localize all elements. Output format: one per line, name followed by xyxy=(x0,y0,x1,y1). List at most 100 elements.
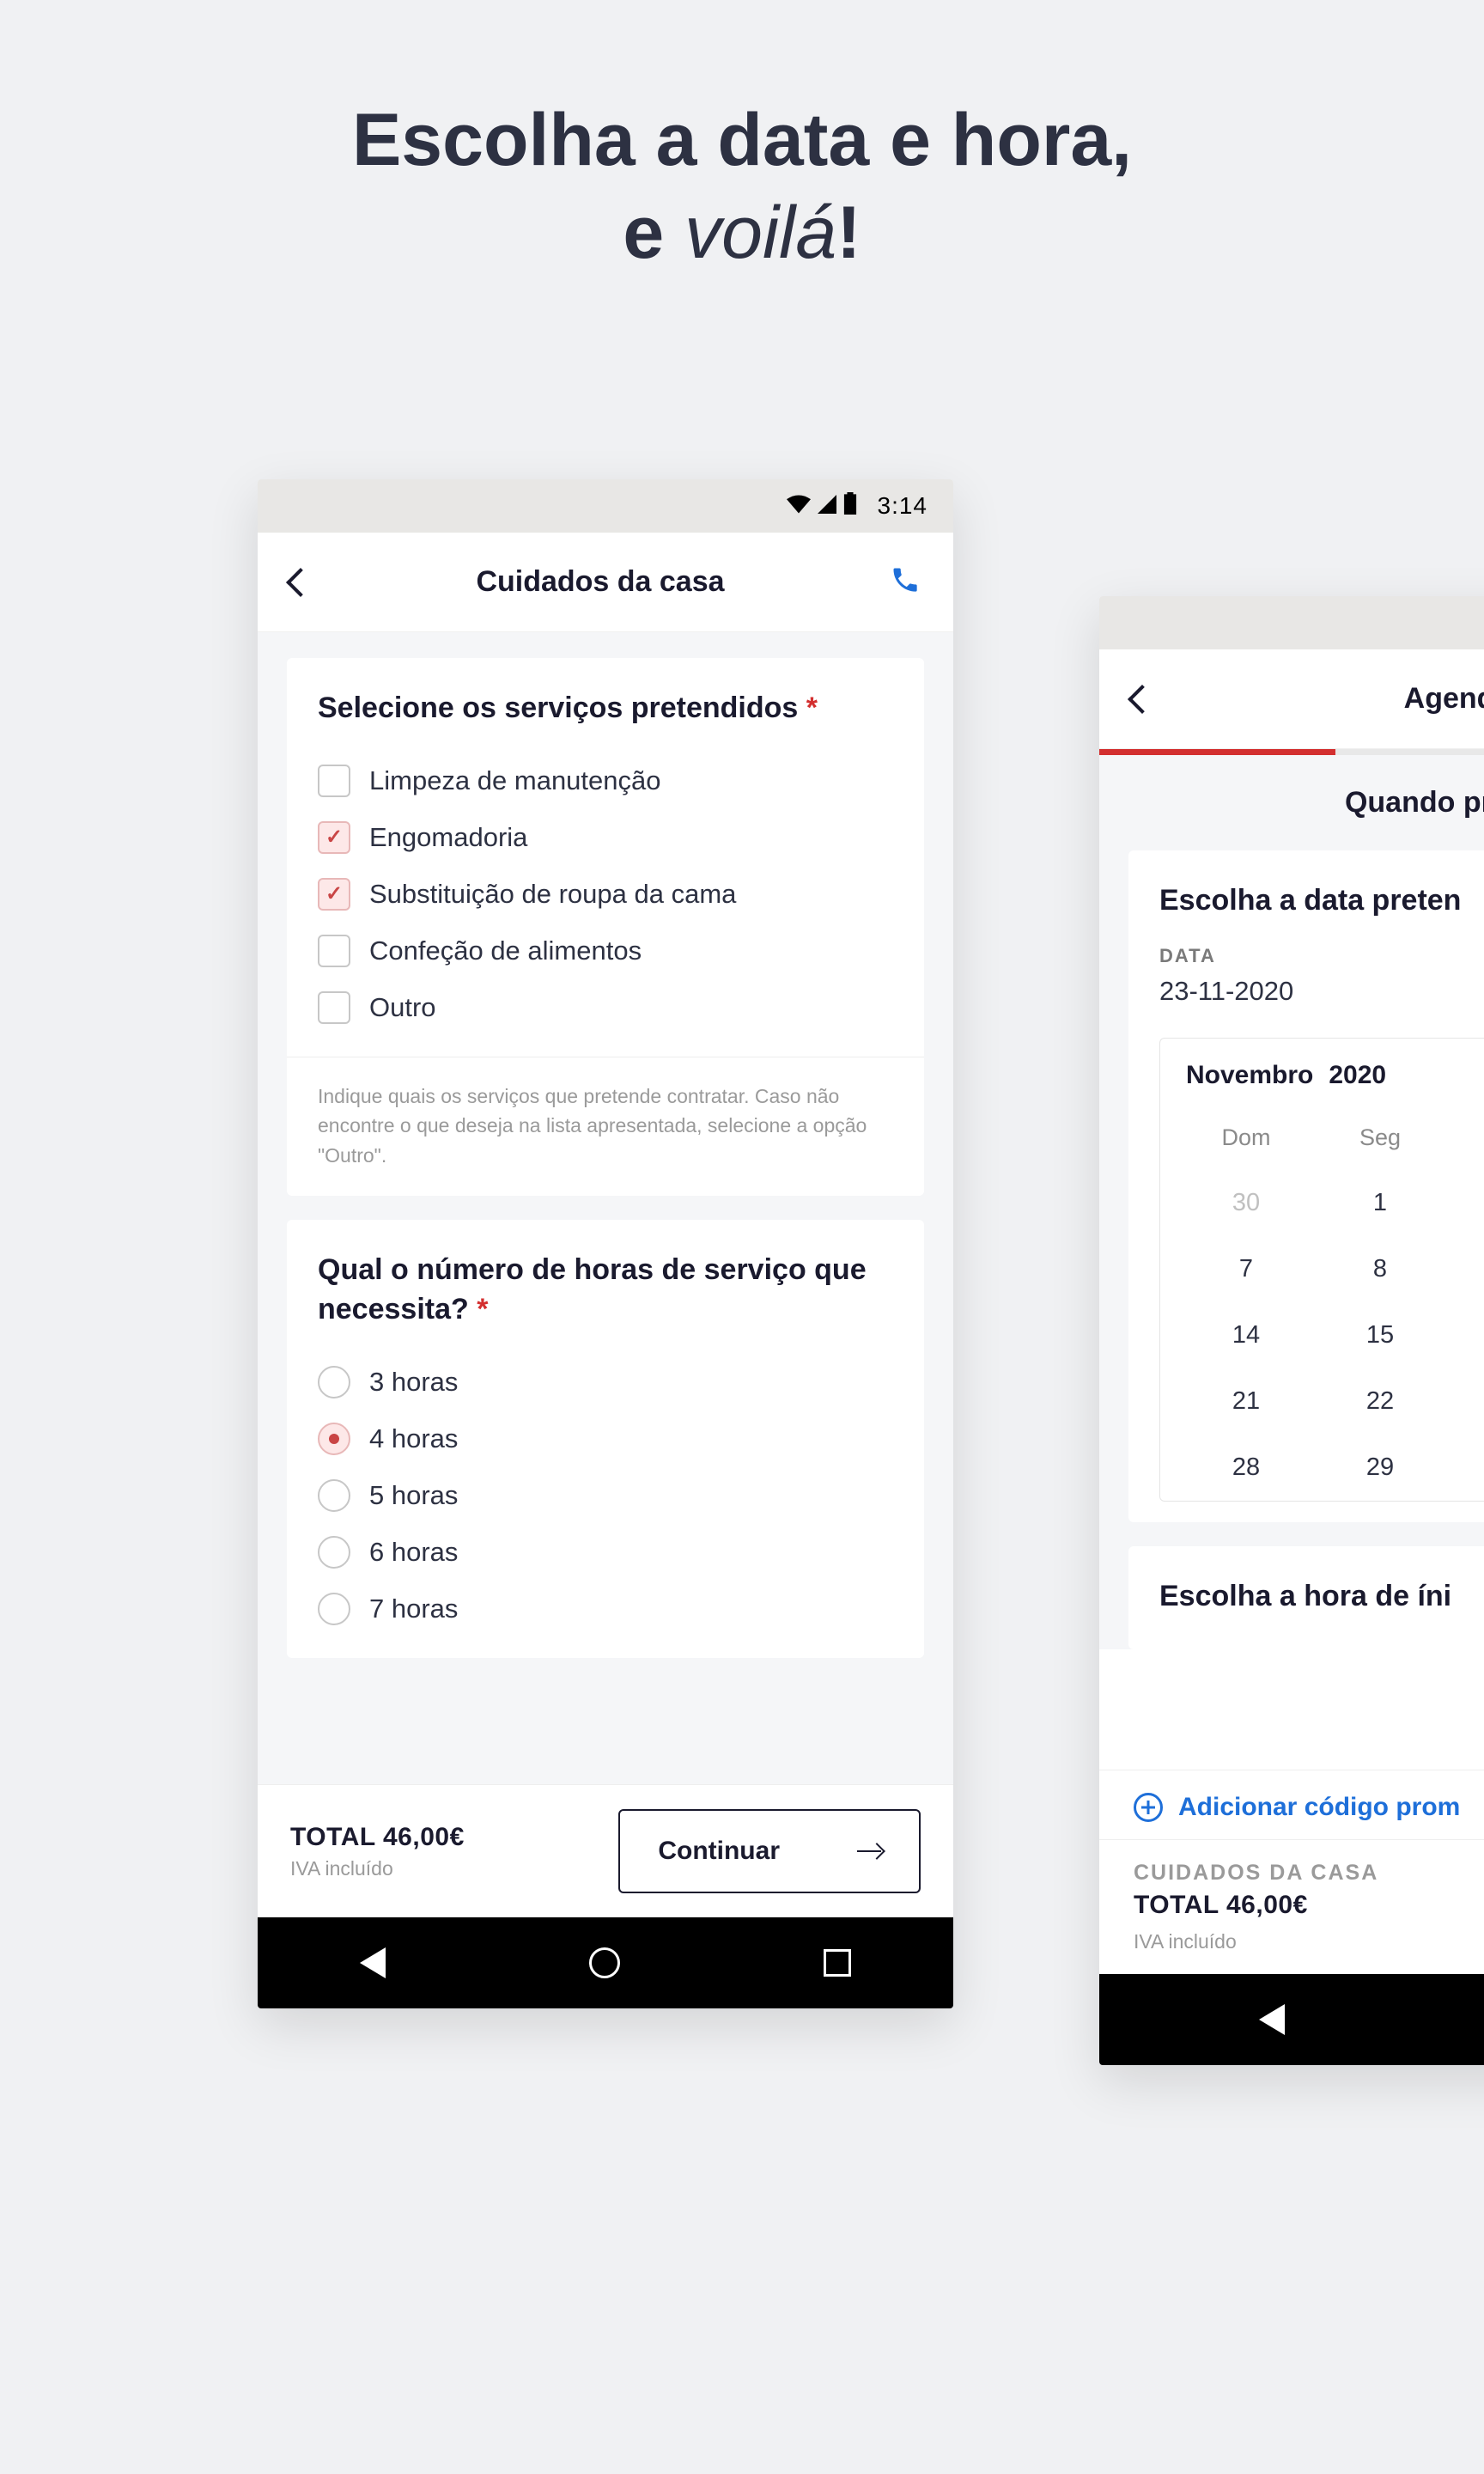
calendar-day[interactable]: 8 xyxy=(1313,1236,1447,1302)
calendar-year: 2020 xyxy=(1329,1061,1386,1090)
total-amount: TOTAL 46,00€ xyxy=(290,1823,618,1852)
calendar-day[interactable]: 16 xyxy=(1447,1302,1484,1368)
arrow-right-icon xyxy=(857,1850,881,1852)
screen-title: Agenda xyxy=(1153,682,1484,716)
calendar-dow: Ter xyxy=(1447,1106,1484,1170)
wifi-icon xyxy=(787,492,811,520)
date-field-label: DATA xyxy=(1159,945,1484,967)
step-heading: Quando precis xyxy=(1099,755,1484,850)
plus-circle-icon xyxy=(1134,1793,1163,1822)
screen-title: Cuidados da casa xyxy=(311,565,890,599)
signal-icon xyxy=(818,492,836,520)
service-label: Limpeza de manutenção xyxy=(369,765,661,796)
app-bar: Agenda xyxy=(1099,649,1484,749)
hours-label: 7 horas xyxy=(369,1593,458,1624)
date-card: Escolha a data preten DATA 23-11-2020 No… xyxy=(1128,850,1484,1522)
checkbox-icon xyxy=(318,935,350,967)
calendar-dow: Dom xyxy=(1179,1106,1313,1170)
continue-button[interactable]: Continuar xyxy=(618,1809,921,1893)
calendar-day[interactable]: 2 xyxy=(1447,1170,1484,1236)
add-promo-button[interactable]: Adicionar código prom xyxy=(1099,1770,1484,1845)
hours-option[interactable]: 4 horas xyxy=(318,1411,893,1467)
checkbox-icon xyxy=(318,878,350,911)
nav-back-icon[interactable] xyxy=(1259,2004,1285,2035)
phone-mockup-services: 3:14 Cuidados da casa Selecione os servi… xyxy=(258,479,953,2008)
service-option[interactable]: Confeção de alimentos xyxy=(318,923,893,979)
marketing-headline: Escolha a data e hora, e voilá! xyxy=(0,0,1484,279)
calendar-day[interactable]: 28 xyxy=(1179,1435,1313,1501)
hours-label: 5 horas xyxy=(369,1480,458,1511)
required-star: * xyxy=(477,1293,488,1325)
service-label: Confeção de alimentos xyxy=(369,935,642,966)
hours-label: 4 horas xyxy=(369,1423,458,1454)
nav-recent-icon[interactable] xyxy=(824,1949,851,1977)
service-label: Outro xyxy=(369,992,436,1023)
bottom-total-bar: TOTAL 46,00€ IVA incluído Continuar xyxy=(258,1784,953,1917)
hours-option[interactable]: 7 horas xyxy=(318,1581,893,1637)
nav-home-icon[interactable] xyxy=(589,1947,620,1978)
calendar-day[interactable]: 21 xyxy=(1179,1368,1313,1435)
service-option[interactable]: Engomadoria xyxy=(318,809,893,866)
hours-card: Qual o número de horas de serviço que ne… xyxy=(287,1220,924,1658)
date-field-value[interactable]: 23-11-2020 xyxy=(1159,976,1484,1021)
calendar-day[interactable]: 22 xyxy=(1313,1368,1447,1435)
services-title: Selecione os serviços pretendidos * xyxy=(318,689,893,728)
status-time: 3:14 xyxy=(878,492,928,520)
headline-line1: Escolha a data e hora, xyxy=(352,99,1132,181)
checkbox-icon xyxy=(318,765,350,797)
calendar: Novembro 2020 DomSegTerQ 301278914151621… xyxy=(1159,1038,1484,1502)
android-nav-bar xyxy=(1099,1974,1484,2065)
vat-note: IVA incluído xyxy=(1134,1930,1237,1953)
calendar-day[interactable]: 30 xyxy=(1179,1170,1313,1236)
vat-note: IVA incluído xyxy=(290,1857,618,1880)
service-label: Substituição de roupa da cama xyxy=(369,879,736,910)
total-amount: TOTAL 46,00€ xyxy=(1134,1891,1308,1920)
calendar-day[interactable]: 1 xyxy=(1313,1170,1447,1236)
app-bar: Cuidados da casa xyxy=(258,533,953,632)
radio-icon xyxy=(318,1423,350,1455)
radio-icon xyxy=(318,1479,350,1512)
service-name-label: CUIDADOS DA CASA xyxy=(1134,1861,1378,1886)
calendar-day[interactable]: 15 xyxy=(1313,1302,1447,1368)
date-card-title: Escolha a data preten xyxy=(1159,881,1484,921)
phone-mockup-calendar: Agenda Quando precis Escolha a data pret… xyxy=(1099,596,1484,2065)
android-status-bar: 3:14 xyxy=(258,479,953,533)
time-card: Escolha a hora de íni xyxy=(1128,1546,1484,1649)
time-card-title: Escolha a hora de íni xyxy=(1159,1577,1484,1617)
battery-icon xyxy=(843,492,857,521)
checkbox-icon xyxy=(318,821,350,854)
required-star: * xyxy=(806,692,818,724)
screen-content: Selecione os serviços pretendidos * Limp… xyxy=(258,632,953,1917)
calendar-day[interactable]: 30 xyxy=(1447,1435,1484,1501)
hours-label: 3 horas xyxy=(369,1367,458,1398)
calendar-day[interactable]: 23 xyxy=(1447,1368,1484,1435)
calendar-day[interactable]: 7 xyxy=(1179,1236,1313,1302)
calendar-day[interactable]: 9 xyxy=(1447,1236,1484,1302)
service-option[interactable]: Substituição de roupa da cama xyxy=(318,866,893,923)
hours-option[interactable]: 3 horas xyxy=(318,1354,893,1411)
radio-icon xyxy=(318,1366,350,1398)
hours-title: Qual o número de horas de serviço que ne… xyxy=(318,1251,893,1330)
services-hint: Indique quais os serviços que pretende c… xyxy=(287,1057,924,1197)
calendar-month: Novembro xyxy=(1186,1061,1313,1090)
services-card: Selecione os serviços pretendidos * Limp… xyxy=(287,658,924,1196)
checkbox-icon xyxy=(318,991,350,1024)
service-option[interactable]: Limpeza de manutenção xyxy=(318,753,893,809)
nav-back-icon[interactable] xyxy=(360,1947,386,1978)
hours-option[interactable]: 5 horas xyxy=(318,1467,893,1524)
progress-fill xyxy=(1099,749,1335,755)
radio-icon xyxy=(318,1593,350,1625)
hours-option[interactable]: 6 horas xyxy=(318,1524,893,1581)
calendar-day[interactable]: 29 xyxy=(1313,1435,1447,1501)
bottom-total-bar: CUIDADOS DA CASA TOTAL 46,00€ IVA incluí… xyxy=(1099,1839,1484,1974)
service-option[interactable]: Outro xyxy=(318,979,893,1036)
service-label: Engomadoria xyxy=(369,822,527,853)
progress-bar xyxy=(1099,749,1484,755)
phone-call-icon[interactable] xyxy=(890,564,921,600)
radio-icon xyxy=(318,1536,350,1569)
android-nav-bar xyxy=(258,1917,953,2008)
android-status-bar xyxy=(1099,596,1484,649)
hours-label: 6 horas xyxy=(369,1537,458,1568)
calendar-dow: Seg xyxy=(1313,1106,1447,1170)
calendar-day[interactable]: 14 xyxy=(1179,1302,1313,1368)
